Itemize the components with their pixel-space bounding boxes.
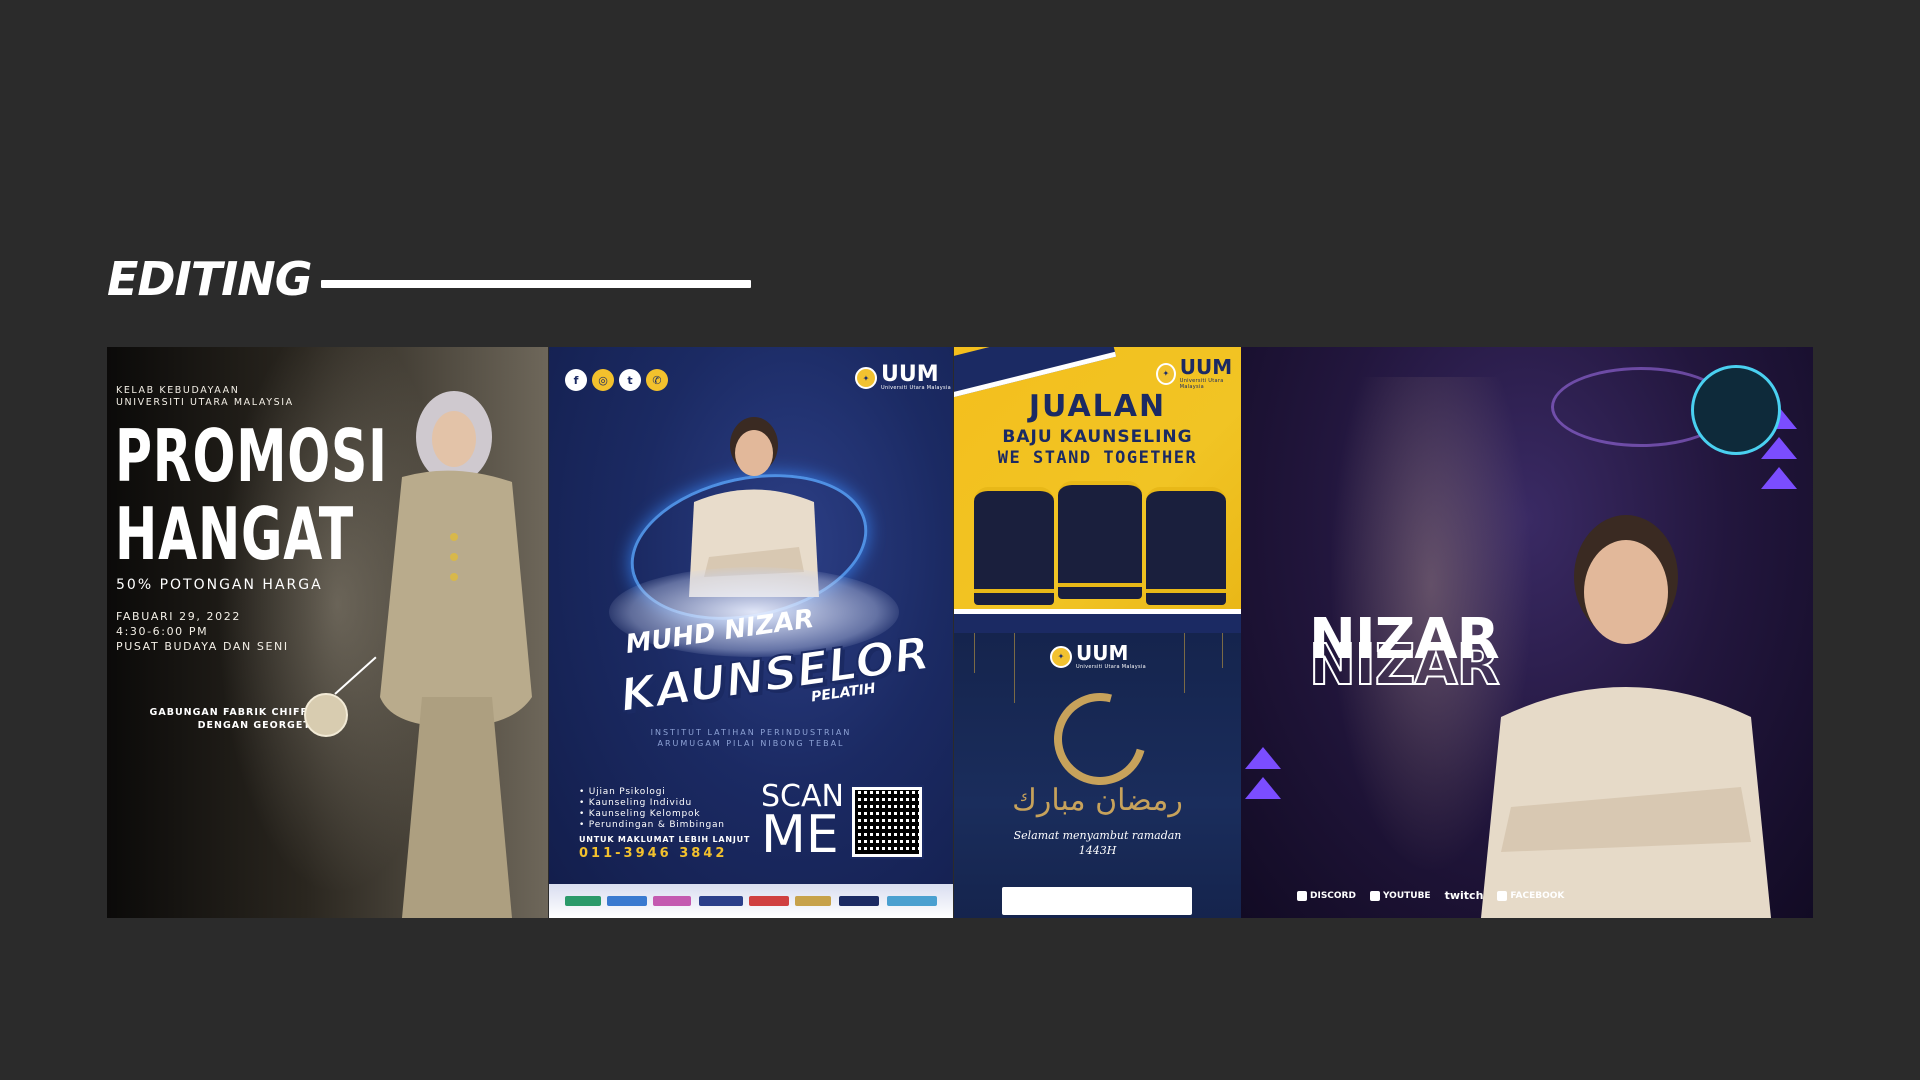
jualan-title: JUALAN [1028, 389, 1167, 424]
youtube-icon [1369, 890, 1380, 901]
poster-ramadan[interactable]: ✦ UUM Universiti Utara Malaysia رمضان مبا… [954, 633, 1241, 918]
club-line2: UNIVERSITI UTARA MALAYSIA [116, 397, 294, 408]
greeting-text: Selamat menyambut ramadan [1013, 829, 1182, 842]
twitch-link[interactable]: twitch [1445, 889, 1484, 902]
poster-promosi-hangat[interactable]: KELAB KEBUDAYAAN UNIVERSITI UTARA MALAYS… [107, 347, 548, 918]
qr-code[interactable] [850, 785, 924, 859]
arabic-greeting: رمضان مبارك [1012, 783, 1183, 818]
poster-kaunselor-pelatih[interactable]: f ◎ t ✆ ✦ UUM Universiti Utara Malaysia M… [549, 347, 953, 918]
twitter-icon: t [619, 369, 641, 391]
logo-subtext: Universiti Utara Malaysia [1076, 664, 1146, 670]
uum-seal-icon: ✦ [855, 367, 877, 389]
discord-link[interactable]: DISCORD [1297, 889, 1356, 902]
fabric-callout: GABUNGAN FABRIK CHIFFON DENGAN GEORGETTE [134, 706, 326, 732]
event-time: 4:30-6:00 PM [116, 625, 209, 638]
institute-line2: ARUMUGAM PILAI NIBONG TEBAL [657, 739, 845, 748]
navy-bottom-band [954, 609, 1241, 633]
uum-logo: ✦ UUM Universiti Utara Malaysia [1156, 357, 1241, 390]
logo-text: UUM [1179, 355, 1233, 379]
poster-nizar-gaming[interactable]: NIZAR NIZAR DISCORD YOUTUBE twitch FACEB… [1241, 347, 1813, 918]
section-heading: EDITING [107, 252, 751, 306]
fabric-swatch [304, 693, 348, 737]
facebook-icon: f [565, 369, 587, 391]
jualan-tagline: WE STAND TOGETHER [997, 448, 1198, 468]
me-text: ME [761, 805, 839, 865]
chevron-up-icon [1245, 777, 1281, 799]
twitch-label: twitch [1444, 889, 1484, 902]
social-links: DISCORD YOUTUBE twitch FACEBOOK [1297, 889, 1564, 902]
model-photo [380, 391, 532, 918]
headline-hangat: HANGAT [115, 492, 355, 576]
phone-number: 011-3946 3842 [579, 846, 728, 861]
institute: INSTITUT LATIHAN PERINDUSTRIAN ARUMUGAM … [549, 727, 953, 749]
shirt-image [1146, 487, 1226, 605]
uum-seal-icon: ✦ [1156, 362, 1176, 385]
social-icons: f ◎ t ✆ [565, 369, 668, 391]
event-date: FABUARI 29, 2022 [116, 610, 241, 623]
event-venue: PUSAT BUDAYA DAN SENI [116, 640, 289, 653]
sponsor-logos-strip [549, 884, 953, 918]
title-underline [321, 280, 751, 288]
facebook-icon [1497, 890, 1508, 901]
whatsapp-icon: ✆ [646, 369, 668, 391]
list-item: Kaunseling Kelompok [579, 809, 725, 820]
lantern-string [974, 633, 975, 673]
discord-icon [1297, 890, 1307, 901]
logo-text: UUM [1076, 641, 1129, 665]
instagram-icon: ◎ [592, 369, 614, 391]
sponsor-logos-strip [1002, 887, 1192, 915]
lantern-string [1222, 633, 1223, 668]
scan-me-label: SCAN ME [761, 782, 844, 865]
youtube-link[interactable]: YOUTUBE [1369, 889, 1431, 902]
discord-label: DISCORD [1310, 890, 1356, 901]
facebook-link[interactable]: FACEBOOK [1497, 889, 1564, 902]
uum-logo: ✦ UUM Universiti Utara Malaysia [1050, 643, 1146, 670]
jualan-subtitle: BAJU KAUNSELING [1002, 427, 1193, 447]
uum-logo: ✦ UUM Universiti Utara Malaysia [855, 362, 951, 391]
lantern-string [1014, 633, 1015, 703]
discount-text: 50% POTONGAN HARGA [116, 577, 323, 593]
institute-line1: INSTITUT LATIHAN PERINDUSTRIAN [650, 728, 852, 737]
facebook-label: FACEBOOK [1510, 890, 1565, 901]
greeting-year: 1443H [1078, 844, 1117, 857]
headline-promosi: PROMOSI [115, 414, 388, 498]
fabric-line2: DENGAN GEORGETTE [197, 720, 326, 731]
shirt-image [1058, 481, 1142, 599]
list-item: Ujian Psikologi [579, 787, 725, 798]
lantern-string [1184, 633, 1185, 693]
services-list: Ujian Psikologi Kaunseling Individu Kaun… [579, 787, 725, 831]
section-title: EDITING [107, 252, 312, 306]
youtube-label: YOUTUBE [1382, 890, 1431, 901]
club-line1: KELAB KEBUDAYAAN [116, 385, 240, 396]
portrait-photo [1481, 515, 1771, 918]
poster-jualan-baju[interactable]: ✦ UUM Universiti Utara Malaysia JUALAN BA… [954, 347, 1241, 633]
list-item: Perundingan & Bimbingan [579, 820, 725, 831]
mascot-logo-icon [1691, 365, 1781, 455]
chevron-up-icon [1245, 747, 1281, 769]
list-item: Kaunseling Individu [579, 798, 725, 809]
gamer-name: NIZAR [1309, 607, 1500, 672]
uum-seal-icon: ✦ [1050, 645, 1072, 668]
info-label: UNTUK MAKLUMAT LEBIH LANJUT [579, 835, 751, 844]
logo-subtext: Universiti Utara Malaysia [881, 385, 951, 391]
logo-text: UUM [881, 362, 939, 387]
fabric-line1: GABUNGAN FABRIK CHIFFON [149, 707, 326, 718]
greeting: Selamat menyambut ramadan 1443H [954, 828, 1241, 858]
shirt-image [974, 487, 1054, 605]
